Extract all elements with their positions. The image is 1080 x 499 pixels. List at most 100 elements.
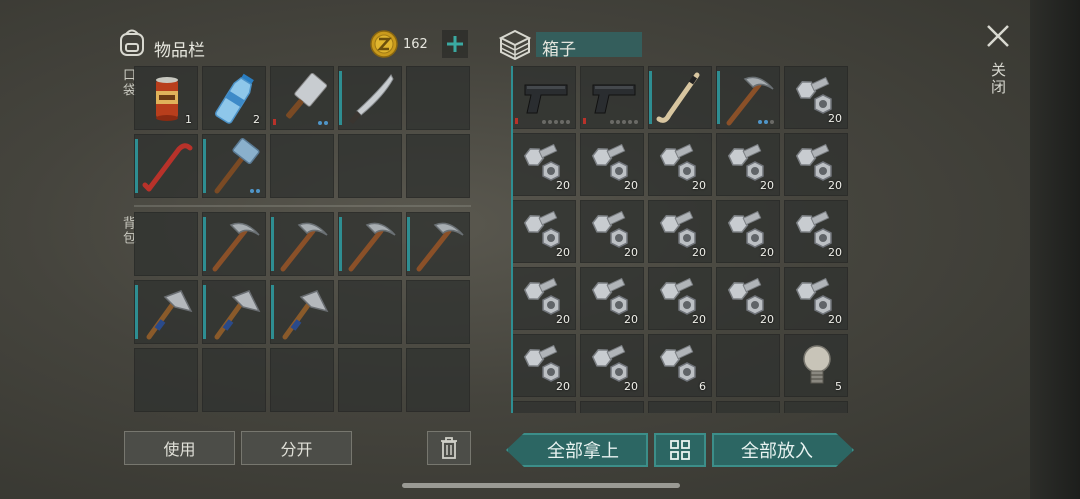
backpack-slot[interactable]: [338, 212, 402, 276]
take-all-button[interactable]: 全部拿上: [506, 433, 648, 467]
box-slot[interactable]: 20: [580, 267, 644, 330]
box-slot[interactable]: 20: [648, 267, 712, 330]
box-slot[interactable]: 20: [580, 133, 644, 196]
durability-mark: [273, 119, 276, 125]
backpack-slot[interactable]: [338, 280, 402, 344]
backpack-slot[interactable]: [270, 280, 334, 344]
backpack-slot[interactable]: [202, 348, 266, 412]
box-slot[interactable]: [716, 401, 780, 413]
box-slot[interactable]: [512, 401, 576, 413]
backpack-slot[interactable]: [406, 348, 470, 412]
pocket-slot[interactable]: 2: [202, 66, 266, 130]
backpack-slot[interactable]: [134, 280, 198, 344]
item-count: 20: [828, 313, 842, 326]
box-slot[interactable]: [512, 66, 576, 129]
trash-button[interactable]: [427, 431, 471, 465]
close-icon: [987, 25, 1009, 47]
close-button[interactable]: [984, 22, 1012, 50]
item-count: 1: [185, 113, 192, 126]
box-slot[interactable]: 20: [648, 200, 712, 263]
item-count: 20: [692, 313, 706, 326]
coin-icon: [370, 30, 398, 58]
plus-icon: [447, 36, 463, 52]
box-slot[interactable]: [580, 401, 644, 413]
close-label[interactable]: 关闭: [988, 62, 1009, 96]
backpack-slot[interactable]: [270, 348, 334, 412]
home-indicator: [402, 483, 680, 488]
pocket-slot[interactable]: [202, 134, 266, 198]
box-slot[interactable]: 6: [648, 334, 712, 397]
cleaver-icon: [271, 67, 333, 129]
upgrade-dots: [318, 121, 328, 125]
pickaxe-icon: [203, 213, 265, 275]
split-button[interactable]: 分开: [241, 431, 352, 465]
pickaxe-icon: [339, 213, 401, 275]
box-grid-container: 20 20 20 20 20 20 20 20 20 20 20 20 20 20 20 20 20 20 6 5: [512, 66, 849, 413]
item-count: 2: [253, 113, 260, 126]
box-slot[interactable]: [580, 66, 644, 129]
box-slot[interactable]: 20: [580, 334, 644, 397]
trash-icon: [441, 437, 457, 459]
use-button[interactable]: 使用: [124, 431, 235, 465]
upgrade-dots: [610, 120, 638, 124]
put-all-button[interactable]: 全部放入: [712, 433, 854, 467]
inventory-title: 物品栏: [154, 41, 205, 61]
box-slot[interactable]: 20: [512, 267, 576, 330]
box-slot[interactable]: [648, 66, 712, 129]
backpack-slot[interactable]: [202, 280, 266, 344]
divider: [134, 205, 471, 207]
pocket-slot[interactable]: 1: [134, 66, 198, 130]
box-slot[interactable]: [784, 401, 848, 413]
box-slot[interactable]: 20: [512, 133, 576, 196]
pocket-slot[interactable]: [270, 134, 334, 198]
sort-button[interactable]: [654, 433, 706, 467]
box-slot[interactable]: [716, 334, 780, 397]
backpack-icon: [116, 26, 148, 58]
pickaxe-icon: [717, 67, 779, 128]
item-count: 20: [624, 313, 638, 326]
upgrade-dots: [542, 120, 570, 124]
box-slot[interactable]: 5: [784, 334, 848, 397]
pocket-slot[interactable]: [338, 134, 402, 198]
box-slot[interactable]: 20: [784, 133, 848, 196]
backpack-slot[interactable]: [406, 280, 470, 344]
item-count: 20: [828, 112, 842, 125]
box-slot[interactable]: 20: [580, 200, 644, 263]
upgrade-dots: [250, 189, 260, 193]
backpack-slot[interactable]: [406, 212, 470, 276]
backpack-slot[interactable]: [338, 348, 402, 412]
hatchet-icon: [271, 281, 333, 343]
box-slot[interactable]: 20: [512, 334, 576, 397]
box-slot[interactable]: [716, 66, 780, 129]
backpack-slot[interactable]: [202, 212, 266, 276]
box-slot[interactable]: 20: [716, 267, 780, 330]
hatchet-icon: [203, 281, 265, 343]
item-count: 20: [624, 380, 638, 393]
item-count: 20: [556, 246, 570, 259]
box-slot[interactable]: 20: [716, 200, 780, 263]
pocket-slot[interactable]: [134, 134, 198, 198]
pocket-slot[interactable]: [338, 66, 402, 130]
box-slot[interactable]: 20: [784, 66, 848, 129]
backpack-slot[interactable]: [134, 212, 198, 276]
crowbar-icon: [135, 135, 197, 197]
box-slot[interactable]: 20: [716, 133, 780, 196]
backpack-slot[interactable]: [134, 348, 198, 412]
scroll-bar[interactable]: [511, 66, 513, 413]
item-count: 20: [828, 246, 842, 259]
box-slot[interactable]: 20: [784, 267, 848, 330]
item-count: 20: [828, 179, 842, 192]
add-coins-button[interactable]: [442, 30, 468, 58]
box-slot[interactable]: 20: [512, 200, 576, 263]
box-slot[interactable]: 20: [648, 133, 712, 196]
pocket-slot[interactable]: [270, 66, 334, 130]
backpack-slot[interactable]: [270, 212, 334, 276]
pickaxe-icon: [407, 213, 469, 275]
pistol-icon: [581, 67, 643, 128]
pocket-slot[interactable]: [406, 134, 470, 198]
box-slot[interactable]: 20: [784, 200, 848, 263]
box-slot[interactable]: [648, 401, 712, 413]
item-count: 5: [835, 380, 842, 393]
durability-mark: [515, 118, 518, 124]
pocket-slot[interactable]: [406, 66, 470, 130]
